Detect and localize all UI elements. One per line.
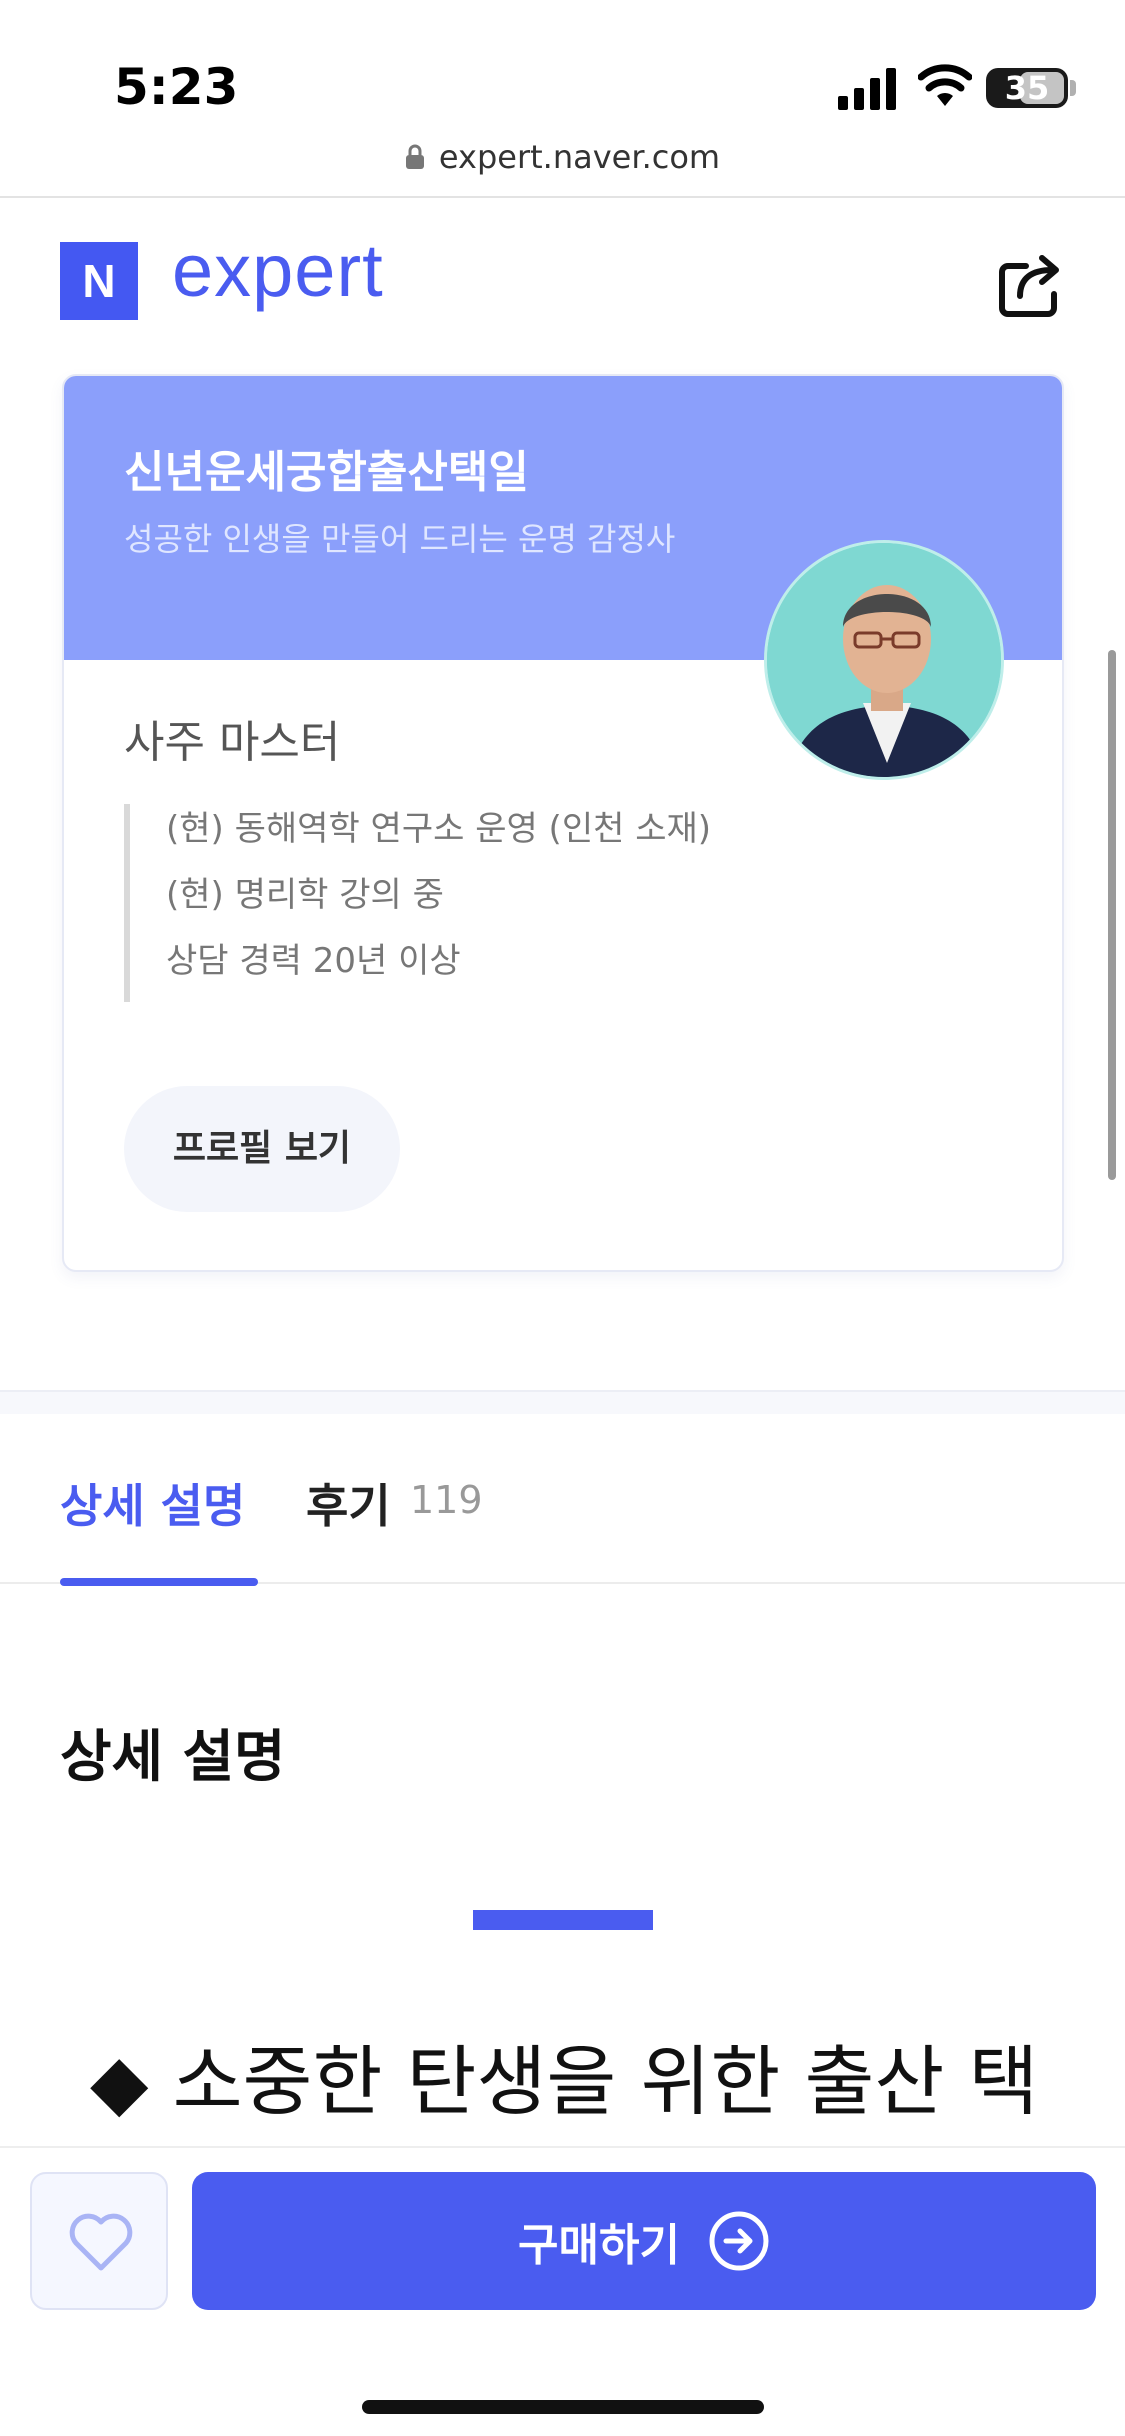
- intro-heading: ◆ 소중한 탄생을 위한 출산 택: [90, 2037, 1039, 2126]
- expert-name: 신년운세궁합출산택일: [124, 447, 529, 498]
- heart-icon: [69, 2213, 133, 2271]
- lock-icon: [405, 144, 424, 169]
- career-item: 상담 경력 20년 이상: [166, 941, 461, 981]
- purchase-button[interactable]: 구매하기: [192, 2172, 1096, 2310]
- accent-bar: [473, 1910, 653, 1930]
- url-bar[interactable]: expert.naver.com: [0, 130, 1125, 198]
- expert-logo[interactable]: expert: [172, 228, 384, 313]
- bottom-action-bar: 구매하기: [0, 2146, 1125, 2436]
- status-bar: 5:23 35: [0, 0, 1125, 135]
- view-profile-button[interactable]: 프로필 보기: [124, 1086, 400, 1212]
- career-item: (현) 명리학 강의 중: [166, 875, 444, 915]
- purchase-label: 구매하기: [518, 2220, 680, 2271]
- arrow-right-circle-icon: [709, 2211, 769, 2271]
- share-icon[interactable]: [996, 250, 1066, 320]
- section-divider: [0, 1390, 1125, 1414]
- career-list: (현) 동해역학 연구소 운영 (인천 소재) (현) 명리학 강의 중 상담 …: [124, 804, 724, 1002]
- wifi-icon: [918, 64, 972, 106]
- home-indicator: [362, 2400, 764, 2414]
- expert-avatar: [764, 540, 1004, 780]
- content-tabs: 상세 설명 후기 119: [0, 1414, 1125, 1586]
- site-header: N expert: [0, 198, 1125, 368]
- portrait-image: [767, 543, 1001, 777]
- review-count[interactable]: 119: [410, 1478, 483, 1522]
- battery-indicator: 35: [986, 68, 1068, 108]
- url-text[interactable]: expert.naver.com: [439, 138, 720, 176]
- expert-tagline: 성공한 인생을 만들어 드리는 운명 감정사: [124, 520, 676, 558]
- status-time: 5:23: [114, 58, 239, 116]
- career-item: (현) 동해역학 연구소 운영 (인천 소재): [166, 809, 712, 849]
- expert-profile-card: 신년운세궁합출산택일 성공한 인생을 만들어 드리는 운명 감정사 사주 마스터…: [62, 374, 1064, 1272]
- tab-detail[interactable]: 상세 설명: [60, 1470, 245, 1536]
- scrollbar[interactable]: [1108, 650, 1116, 1180]
- expert-role: 사주 마스터: [124, 717, 341, 768]
- naver-logo[interactable]: N: [60, 242, 138, 320]
- section-title: 상세 설명: [60, 1725, 286, 1790]
- battery-cap: [1070, 80, 1076, 96]
- tab-reviews[interactable]: 후기: [306, 1470, 391, 1536]
- active-tab-indicator: [60, 1578, 258, 1586]
- cellular-signal-icon: [838, 68, 896, 110]
- battery-level: 35: [1004, 69, 1050, 107]
- wishlist-button[interactable]: [30, 2172, 168, 2310]
